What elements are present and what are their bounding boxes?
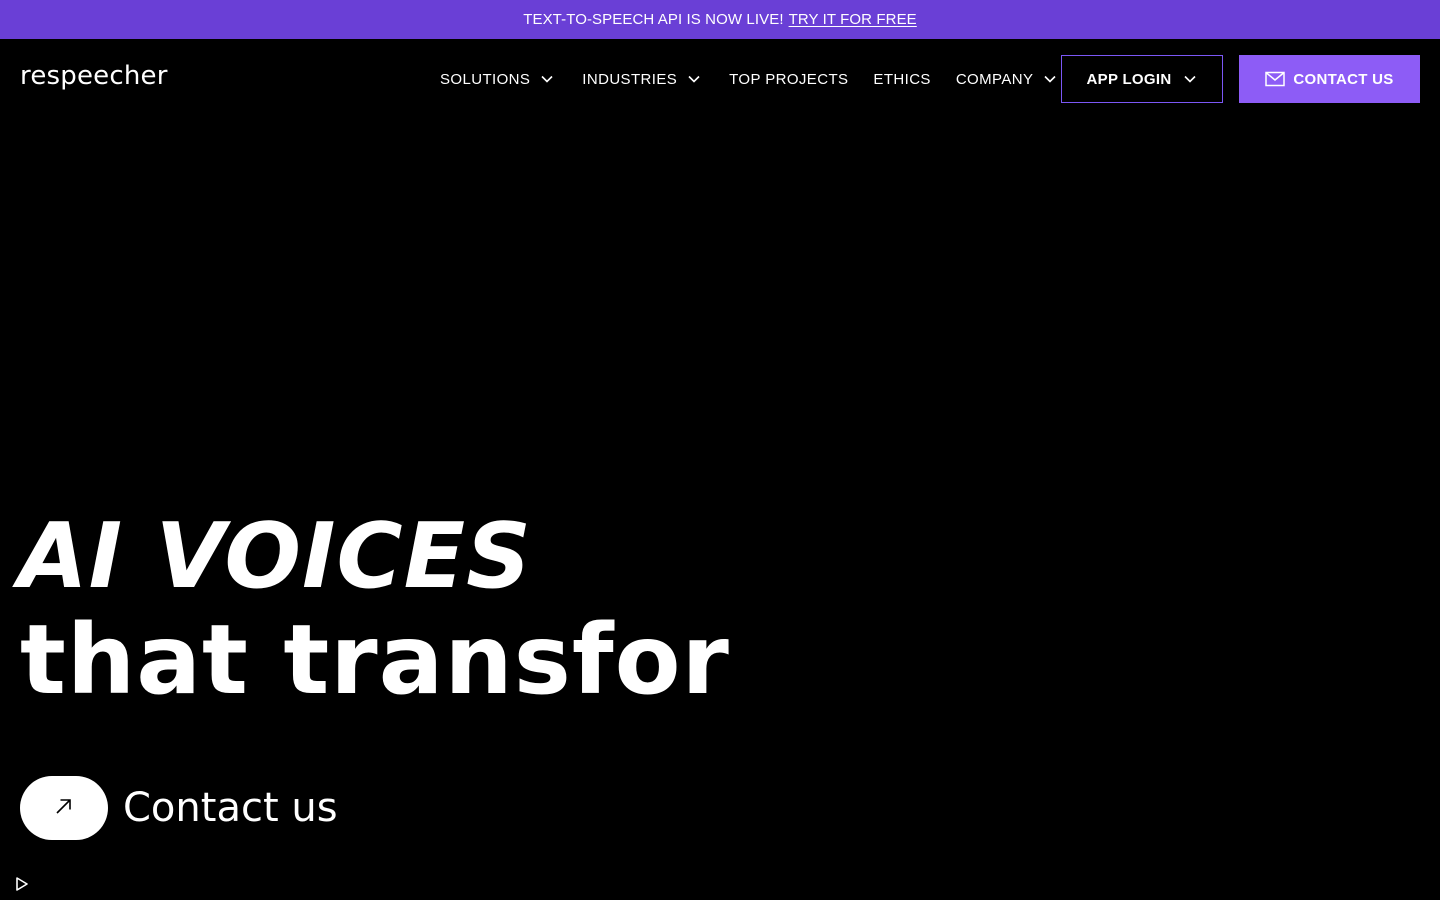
nav-solutions[interactable]: SOLUTIONS (440, 71, 554, 88)
app-login-button[interactable]: APP LOGIN (1061, 55, 1223, 103)
try-free-link[interactable]: TRY IT FOR FREE (789, 11, 917, 28)
nav-top-projects[interactable]: TOP PROJECTS (729, 71, 848, 88)
nav-ethics[interactable]: ETHICS (873, 71, 930, 88)
cta-arrow-pill[interactable] (20, 776, 108, 840)
nav-company[interactable]: COMPANY (956, 71, 1058, 88)
hero-headline-line1: AI VOICES (18, 504, 532, 609)
chevron-down-icon (540, 72, 554, 86)
nav-top-projects-label: TOP PROJECTS (729, 70, 849, 88)
chevron-down-icon (1183, 72, 1197, 86)
announcement-bar: TEXT-TO-SPEECH API IS NOW LIVE! TRY IT F… (0, 0, 1440, 39)
contact-us-button[interactable]: CONTACT US (1239, 55, 1420, 103)
play-icon[interactable] (14, 876, 30, 892)
cta-label[interactable]: Contact us (123, 776, 338, 840)
site-header: respeecher SOLUTIONS INDUSTRIES TOP PROJ… (0, 39, 1440, 119)
chevron-down-icon (1043, 72, 1057, 86)
main-nav: SOLUTIONS INDUSTRIES TOP PROJECTS ETHICS… (440, 39, 1057, 119)
nav-ethics-label: ETHICS (873, 70, 931, 88)
contact-us-label: CONTACT US (1293, 70, 1394, 88)
logo[interactable]: respeecher (20, 61, 168, 91)
nav-company-label: COMPANY (955, 70, 1034, 88)
nav-industries-label: INDUSTRIES (582, 70, 678, 88)
arrow-up-right-icon (54, 796, 74, 820)
announcement-text: TEXT-TO-SPEECH API IS NOW LIVE! (523, 11, 784, 28)
hero-headline-line2: that transfor (20, 604, 730, 716)
hero-contact-cta[interactable]: Contact us (20, 776, 338, 840)
nav-solutions-label: SOLUTIONS (440, 70, 531, 88)
nav-industries[interactable]: INDUSTRIES (582, 71, 701, 88)
mail-icon (1265, 71, 1286, 87)
chevron-down-icon (687, 72, 701, 86)
app-login-label: APP LOGIN (1086, 70, 1172, 88)
